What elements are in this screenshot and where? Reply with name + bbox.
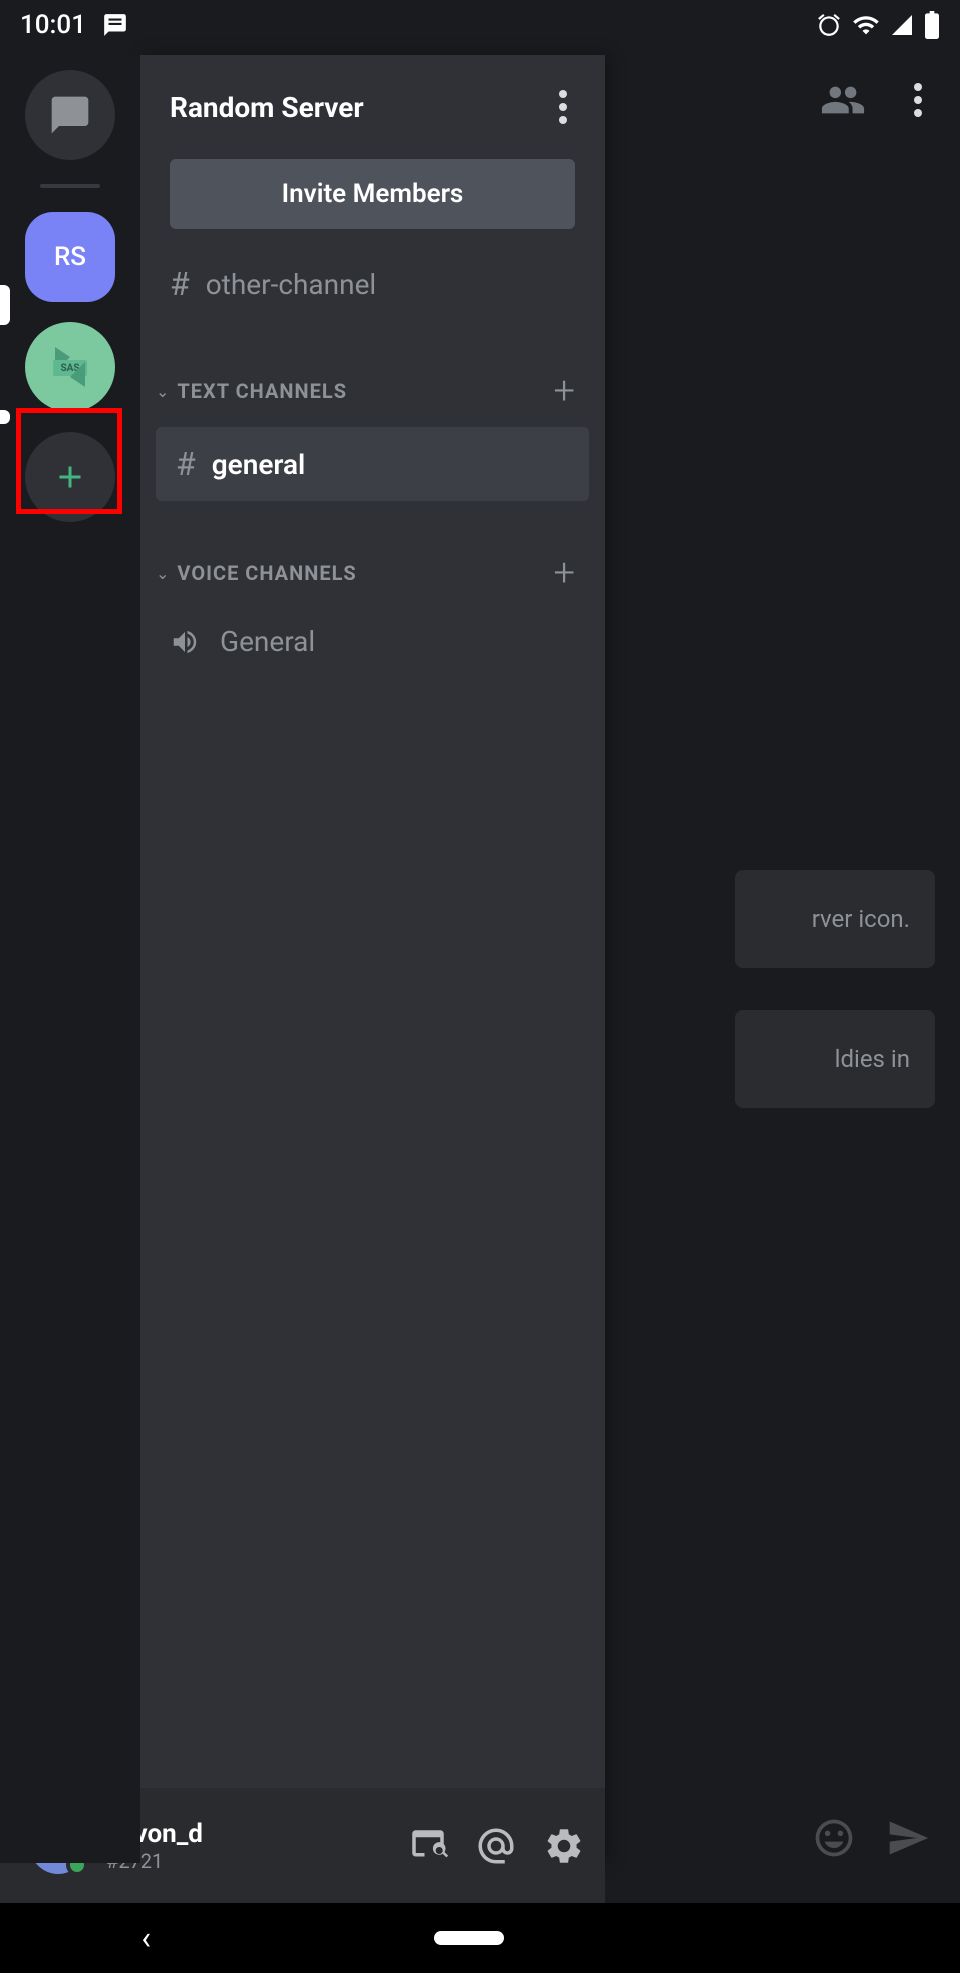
rail-divider — [40, 184, 100, 188]
status-time: 10:01 — [20, 10, 86, 40]
back-button[interactable]: ‹ — [141, 1919, 151, 1957]
channel-label: General — [220, 625, 315, 658]
category-label: TEXT CHANNELS — [177, 379, 347, 403]
discriminator: #2721 — [106, 1849, 387, 1873]
invite-members-button[interactable]: Invite Members — [170, 159, 575, 229]
channel-label: other-channel — [206, 268, 377, 301]
chevron-down-icon: ⌄ — [156, 564, 169, 583]
category-voice-channels[interactable]: ⌄ VOICE CHANNELS + — [140, 521, 605, 609]
server-sas[interactable]: SAS — [25, 322, 115, 412]
chat-input-icons — [600, 1783, 960, 1893]
hash-icon: # — [170, 265, 190, 303]
category-text-channels[interactable]: ⌄ TEXT CHANNELS + — [140, 339, 605, 427]
channel-panel: Random Server Invite Members # other-cha… — [140, 55, 605, 1863]
server-indicator — [0, 410, 10, 424]
chat-header-icons — [760, 55, 960, 145]
channel-other-channel[interactable]: # other-channel — [140, 249, 605, 319]
settings-icon[interactable] — [543, 1825, 585, 1867]
panel-header[interactable]: Random Server — [140, 55, 605, 149]
chevron-down-icon: ⌄ — [156, 382, 169, 401]
username: devon_d — [106, 1819, 387, 1849]
emoji-icon[interactable] — [812, 1816, 856, 1860]
speaker-icon — [170, 627, 200, 657]
add-server-button[interactable] — [25, 432, 115, 522]
battery-icon — [924, 11, 940, 39]
server-random-server[interactable]: RS — [25, 212, 115, 302]
dm-button[interactable] — [25, 70, 115, 160]
add-voice-channel-button[interactable]: + — [554, 551, 575, 595]
android-nav-bar: ‹ — [0, 1903, 960, 1973]
signal-icon — [890, 13, 914, 37]
active-server-indicator — [0, 285, 10, 325]
alarm-icon — [816, 12, 842, 38]
browse-channels-icon[interactable] — [407, 1825, 449, 1867]
message-notification-icon — [102, 12, 128, 38]
voice-channel-general[interactable]: General — [140, 609, 605, 674]
server-title: Random Server — [170, 91, 364, 124]
category-label: VOICE CHANNELS — [177, 561, 356, 585]
chat-more-button[interactable] — [906, 83, 930, 117]
send-icon[interactable] — [886, 1816, 930, 1860]
sas-logo-icon: SAS — [35, 332, 105, 402]
hash-icon: # — [176, 445, 196, 483]
add-text-channel-button[interactable]: + — [554, 369, 575, 413]
user-info[interactable]: devon_d #2721 — [106, 1819, 387, 1873]
server-rail: RS SAS — [0, 55, 140, 1863]
plus-icon — [52, 459, 88, 495]
server-more-button[interactable] — [551, 90, 575, 124]
bg-card: ldies in — [735, 1010, 935, 1108]
mentions-icon[interactable] — [475, 1825, 517, 1867]
channel-general[interactable]: # general — [156, 427, 589, 501]
status-bar: 10:01 — [0, 0, 960, 50]
channel-label: general — [212, 448, 306, 481]
bg-card: rver icon. — [735, 870, 935, 968]
server-initials: RS — [54, 242, 86, 272]
home-indicator[interactable] — [434, 1931, 504, 1945]
members-icon[interactable] — [820, 84, 866, 116]
wifi-icon — [852, 11, 880, 39]
